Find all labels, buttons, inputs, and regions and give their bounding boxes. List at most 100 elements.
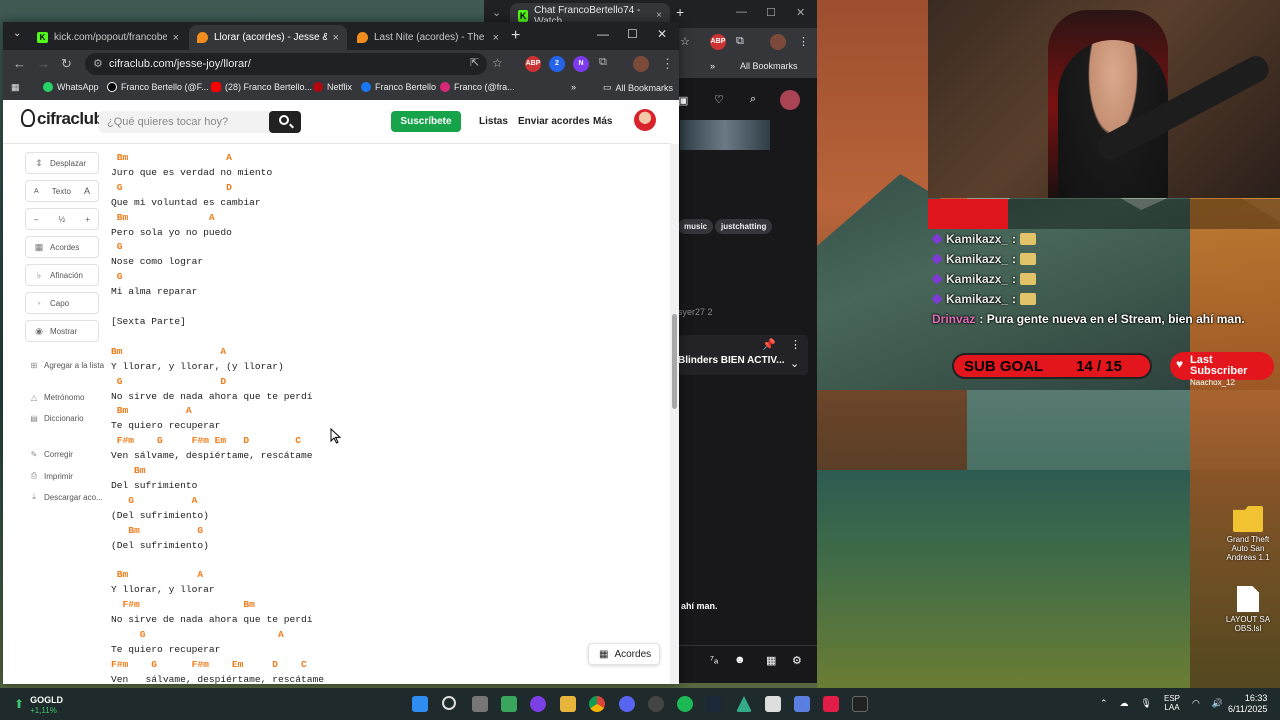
bookmark-all[interactable]: ▭ All Bookmarks	[603, 82, 673, 93]
chord-line[interactable]: F#m G F#m Em D C	[111, 435, 301, 446]
chevron-icon[interactable]: »	[710, 61, 715, 71]
nav-send-chords[interactable]: Enviar acordes	[518, 116, 590, 127]
chrome-icon[interactable]	[589, 696, 605, 712]
app-icon[interactable]	[765, 696, 781, 712]
profile-avatar-icon[interactable]	[633, 56, 649, 72]
stock-widget[interactable]: ⬆ GOGLD +1,11%	[14, 692, 63, 715]
site-info-icon[interactable]: ⚙	[93, 53, 103, 75]
print-link[interactable]: ⎙ Imprimir	[29, 471, 73, 481]
steam-icon[interactable]	[706, 696, 722, 712]
show-button[interactable]: ◉ Mostrar	[25, 320, 99, 342]
adblock-extension-icon[interactable]: ABP	[525, 56, 541, 72]
pinned-message[interactable]: 📌 ⋮ Blinders BIEN ACTIV... ⌄	[678, 335, 808, 375]
mic-icon[interactable]: 🎙	[1141, 698, 1152, 709]
chord-line[interactable]: F#m G F#m Em D C	[111, 659, 307, 670]
chord-line[interactable]: Bm	[111, 465, 146, 476]
chord-line[interactable]: Bm A	[111, 569, 203, 580]
back-icon[interactable]: ←	[13, 56, 26, 71]
tiktok-icon[interactable]	[823, 696, 839, 712]
app-icon[interactable]	[736, 696, 752, 712]
calendar-icon[interactable]: ▣	[678, 94, 688, 107]
chevron-down-icon[interactable]: ⌄	[790, 357, 799, 370]
cloud-icon[interactable]: ☁	[1120, 698, 1129, 709]
cifraclub-logo[interactable]: cifraclub	[21, 109, 104, 129]
chord-line[interactable]: G D	[111, 182, 232, 193]
start-icon[interactable]	[412, 696, 428, 712]
close-icon[interactable]: ×	[173, 32, 179, 44]
clock[interactable]: 16:33 6/11/2025	[1228, 693, 1267, 715]
bookmark-netflix[interactable]: Netflix	[313, 82, 352, 92]
spotify-icon[interactable]	[677, 696, 693, 712]
correct-link[interactable]: ✎ Corregir	[29, 450, 73, 459]
translate-icon[interactable]: ⁷ₐ	[710, 654, 718, 666]
extension-icon[interactable]: N	[573, 56, 589, 72]
obs-icon[interactable]	[530, 696, 546, 712]
bookmark-x[interactable]: Franco Bertello (@F...	[107, 82, 209, 92]
forward-icon[interactable]: →	[37, 56, 50, 71]
extension-icon[interactable]: 2	[549, 56, 565, 72]
scroll-thumb[interactable]	[672, 314, 677, 409]
capo-button[interactable]: ◦ Capo	[25, 292, 99, 314]
maximize-icon[interactable]: ☐	[766, 6, 776, 19]
close-window-icon[interactable]: ✕	[796, 6, 805, 19]
chord-line[interactable]: F#m Bm	[111, 599, 255, 610]
epic-games-icon[interactable]	[852, 696, 868, 712]
transpose-down-button[interactable]: –	[34, 215, 38, 224]
stream-thumbnail[interactable]	[680, 120, 770, 150]
avatar[interactable]	[634, 109, 656, 131]
file-explorer-icon[interactable]	[560, 696, 576, 712]
chord-line[interactable]: G D	[111, 376, 226, 387]
volume-icon[interactable]: 🔊	[1212, 698, 1223, 709]
nav-more[interactable]: Más	[593, 116, 612, 127]
search-icon[interactable]	[442, 696, 456, 710]
search-icon[interactable]: ⌕	[750, 93, 756, 106]
chord-line[interactable]: Bm G	[111, 525, 203, 536]
close-icon[interactable]: ×	[656, 10, 662, 21]
transpose-up-button[interactable]: +	[85, 215, 90, 224]
minimize-icon[interactable]: —	[597, 27, 609, 41]
tag-music[interactable]: music	[678, 219, 714, 234]
text-increase-button[interactable]: A	[84, 186, 90, 196]
star-icon[interactable]: ☆	[680, 35, 690, 48]
chord-line[interactable]: Bm A	[111, 152, 232, 163]
reload-icon[interactable]: ↻	[61, 56, 72, 72]
emoji-icon[interactable]: ☻	[734, 654, 746, 666]
close-icon[interactable]: ×	[493, 32, 499, 44]
heart-icon[interactable]: ♡	[714, 93, 724, 106]
extensions-icon[interactable]: ⧉	[599, 56, 607, 69]
language-indicator[interactable]: ESP LAA	[1164, 694, 1180, 712]
bookmark-whatsapp[interactable]: WhatsApp	[43, 82, 99, 92]
search-button[interactable]	[269, 111, 301, 133]
nav-lists[interactable]: Listas	[479, 116, 508, 127]
bookmark-instagram[interactable]: Franco (@fra...	[440, 82, 515, 92]
download-link[interactable]: ⤓ Descargar aco...	[29, 492, 102, 502]
maximize-icon[interactable]: ☐	[627, 27, 638, 41]
extensions-icon[interactable]: ⧉	[736, 35, 744, 48]
widgets-icon[interactable]	[501, 696, 517, 712]
tab-kick-popout[interactable]: K kick.com/popout/francobertello ×	[29, 25, 187, 50]
chords-floating-button[interactable]: ▦ Acordes	[588, 643, 660, 665]
bookmark-facebook[interactable]: Franco Bertello	[361, 82, 436, 92]
subscribe-button[interactable]: Suscríbete	[391, 111, 461, 132]
close-window-icon[interactable]: ✕	[657, 27, 667, 41]
chord-line[interactable]: Bm A	[111, 405, 192, 416]
tuning-button[interactable]: ♭ Afinación	[25, 264, 99, 286]
github-icon[interactable]	[648, 696, 664, 712]
minimize-icon[interactable]: —	[736, 6, 747, 18]
new-tab-icon[interactable]: +	[676, 4, 684, 20]
tag-justchatting[interactable]: justchatting	[715, 219, 773, 234]
wifi-icon[interactable]: ◠	[1192, 698, 1200, 709]
chord-line[interactable]: G A	[111, 495, 197, 506]
store-icon[interactable]: ▦	[766, 654, 776, 667]
chevron-icon[interactable]: »	[571, 82, 576, 92]
bookmark-youtube[interactable]: (28) Franco Bertello...	[211, 82, 312, 92]
chord-line[interactable]: G	[111, 241, 123, 252]
desktop-icon-gta[interactable]: Grand Theft Auto San Andreas 1.1	[1218, 506, 1278, 562]
avatar[interactable]	[780, 90, 800, 110]
tab-last-nite[interactable]: Last Nite (acordes) - The Strokes ×	[349, 25, 507, 50]
text-decrease-button[interactable]: A	[34, 188, 39, 195]
chord-line[interactable]: G A	[111, 629, 284, 640]
profile-avatar-icon[interactable]	[770, 34, 786, 50]
chord-line[interactable]: Bm A	[111, 346, 226, 357]
scroll-button[interactable]: ⇕ Desplazar	[25, 152, 99, 174]
